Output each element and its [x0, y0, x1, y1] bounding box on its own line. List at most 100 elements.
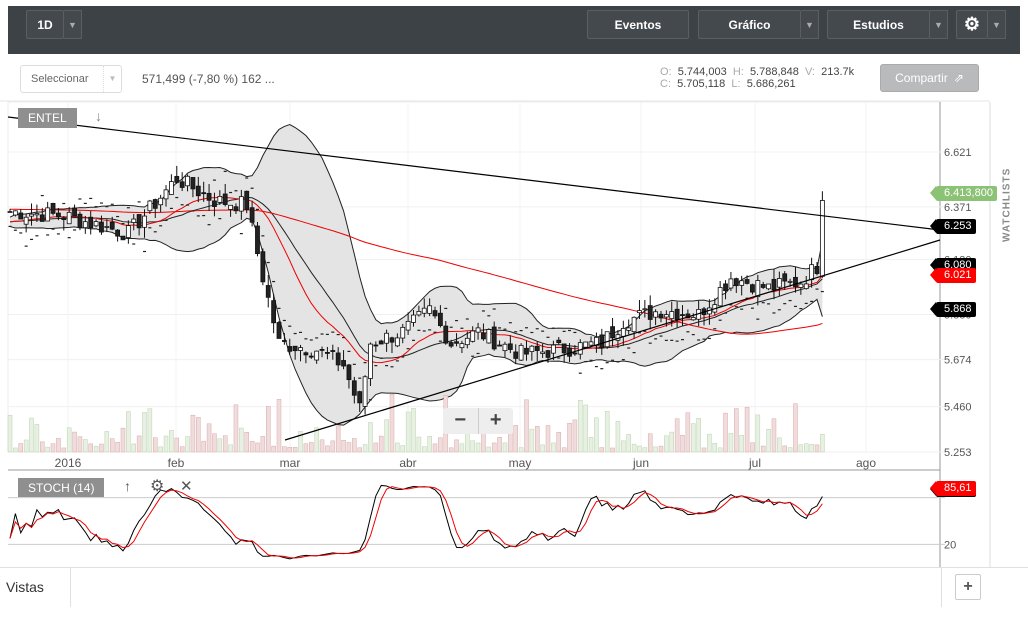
volume-bar — [66, 427, 72, 453]
arrow-up-icon[interactable]: ↑ — [124, 478, 131, 494]
volume-bar — [771, 418, 777, 453]
candle — [389, 337, 395, 343]
volume-bar — [158, 446, 163, 453]
volume-bar — [255, 442, 260, 453]
volume-bar — [142, 412, 147, 453]
volume-bar — [701, 447, 707, 453]
volume-bar — [427, 436, 432, 453]
x-tick-label: feb — [168, 456, 185, 470]
sar-dot — [793, 305, 797, 308]
views-label[interactable]: Vistas — [6, 579, 44, 595]
sar-dot — [804, 302, 808, 305]
volume-bar — [803, 443, 809, 453]
volume-bar — [83, 439, 88, 453]
sar-dot — [498, 327, 502, 329]
volume-bar — [551, 442, 556, 453]
sar-dot — [772, 312, 776, 314]
sar-dot — [508, 322, 512, 324]
sar-dot — [589, 359, 593, 361]
sar-dot — [272, 280, 276, 283]
volume-bar — [179, 446, 185, 453]
candle — [56, 212, 61, 218]
sar-dot — [541, 330, 545, 332]
volume-bar — [744, 406, 750, 453]
volume-bar — [642, 447, 648, 453]
sar-dot — [8, 225, 12, 227]
zoom-in-button[interactable]: + — [477, 408, 514, 434]
candle — [368, 343, 373, 379]
volume-bar — [314, 427, 319, 453]
add-view-button[interactable]: + — [955, 574, 981, 600]
volume-bar — [109, 438, 115, 453]
candle — [717, 287, 723, 307]
sar-dot — [686, 331, 690, 333]
sar-dot — [121, 222, 125, 225]
sar-dot — [551, 327, 555, 329]
gear-icon[interactable]: ⚙ — [150, 476, 164, 496]
volume-bar — [518, 447, 524, 453]
sar-dot — [681, 339, 684, 341]
candle — [61, 217, 67, 220]
candle — [470, 330, 476, 342]
candle — [631, 316, 637, 333]
candle — [281, 340, 287, 342]
sar-dot — [546, 336, 550, 338]
sar-dot — [116, 215, 120, 218]
volume-bar — [330, 440, 336, 453]
volume-bar — [647, 433, 653, 453]
candle — [384, 332, 390, 344]
sar-dot — [815, 288, 819, 290]
volume-bar — [131, 443, 136, 453]
symbol-tag[interactable]: ENTEL — [18, 108, 77, 128]
candle — [760, 284, 766, 288]
volume-bar — [583, 404, 588, 453]
sar-dot — [67, 237, 71, 239]
x-tick-label: abr — [399, 456, 416, 470]
volume-bar — [723, 412, 728, 453]
sar-dot — [428, 329, 432, 331]
candle — [158, 197, 164, 206]
close-icon[interactable]: ✕ — [180, 477, 193, 495]
sar-dot — [460, 327, 464, 329]
sar-dot — [159, 225, 163, 227]
sar-dot — [756, 318, 760, 320]
sar-dot — [325, 333, 329, 336]
candle — [739, 280, 745, 286]
stoch-tag[interactable]: STOCH (14) — [18, 478, 105, 497]
candle — [459, 343, 465, 349]
sar-dot — [417, 329, 421, 331]
sar-dot — [471, 355, 475, 357]
zoom-out-button[interactable]: − — [443, 408, 478, 434]
volume-bar — [120, 427, 126, 453]
volume-bar — [782, 445, 787, 453]
sar-dot — [535, 328, 539, 330]
candle — [394, 337, 400, 347]
volume-bar — [163, 435, 169, 453]
sar-dot — [374, 365, 378, 367]
candle — [809, 264, 815, 281]
volume-bar — [820, 434, 825, 453]
volume-bar — [798, 444, 804, 453]
y-tick-label: 5.460 — [944, 402, 972, 414]
arrow-down-icon[interactable]: ↓ — [95, 108, 102, 124]
sar-dot — [476, 352, 480, 355]
watchlists-tab[interactable]: WATCHLISTS — [994, 150, 1020, 260]
bollinger-band-fill — [10, 124, 823, 426]
sar-dot — [777, 309, 781, 311]
sar-dot — [175, 196, 179, 199]
volume-bar — [7, 414, 13, 453]
candle — [561, 343, 567, 354]
sar-dot — [315, 337, 319, 339]
sar-dot — [336, 333, 340, 336]
sar-dot — [191, 210, 195, 212]
y-tick-label: 6.371 — [944, 202, 972, 214]
sar-dot — [481, 310, 485, 312]
volume-bar — [712, 443, 718, 453]
volume-bar — [777, 437, 782, 453]
volume-bar — [755, 414, 761, 453]
volume-bar — [540, 444, 545, 453]
sar-dot — [562, 330, 566, 332]
sar-dot — [169, 207, 173, 210]
candle — [620, 328, 626, 337]
sar-dot — [62, 202, 66, 205]
